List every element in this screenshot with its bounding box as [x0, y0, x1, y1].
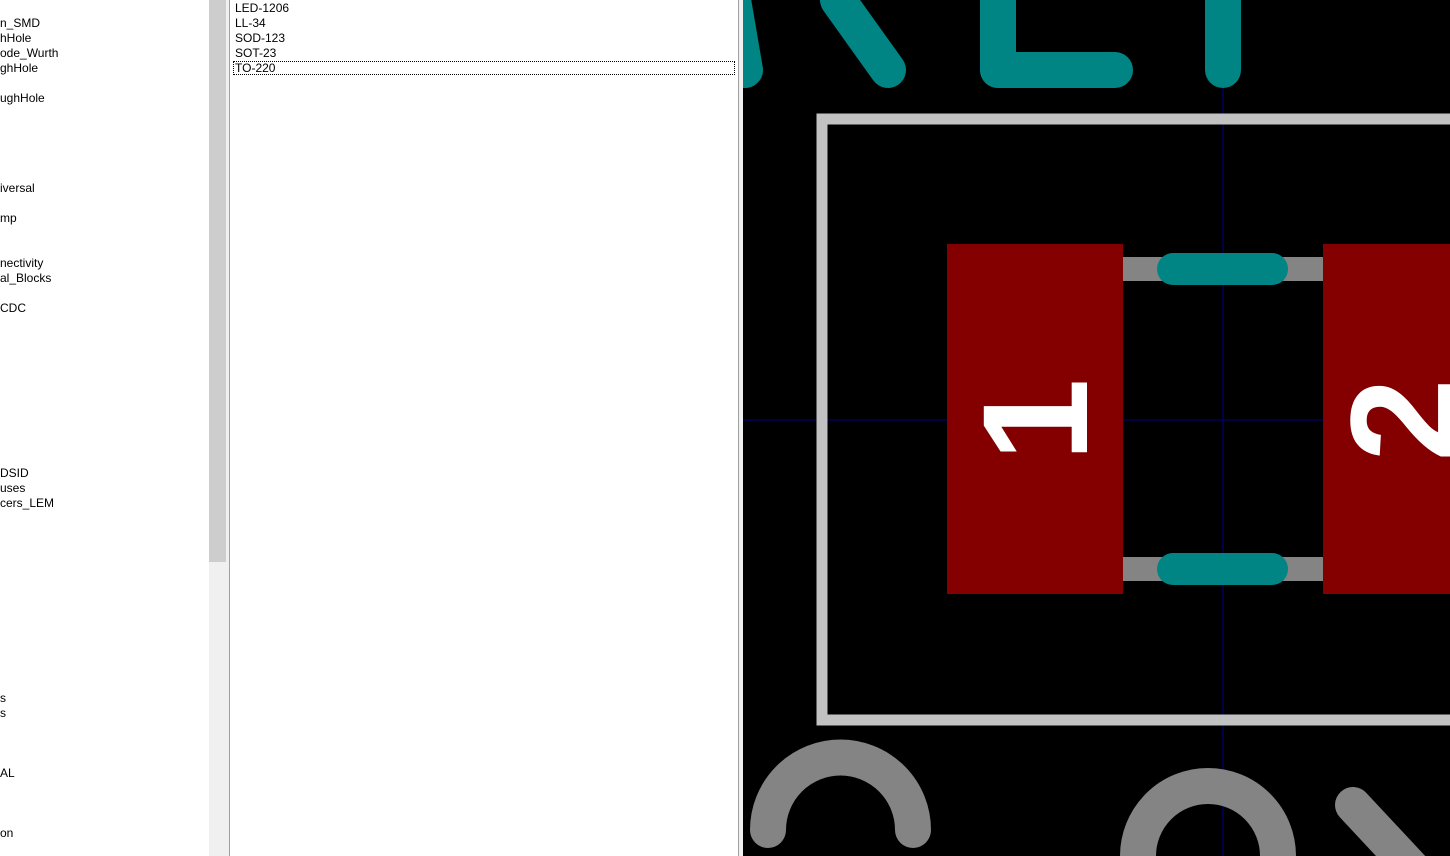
library-list-item[interactable]: on [0, 826, 13, 841]
library-list[interactable]: n_SMD hHole ode_Wurth ghHole ughHole iversal m… [0, 0, 209, 856]
library-list-item[interactable]: cers_LEM [0, 496, 54, 511]
library-list-item[interactable]: n_SMD [0, 16, 40, 31]
footprint-preview-svg: 1 2 [743, 0, 1450, 856]
footprint-list-item[interactable]: SOT-23 [233, 46, 735, 60]
footprint-list-item[interactable]: TO-220 [233, 61, 735, 75]
library-list-item[interactable]: ughHole [0, 91, 45, 106]
library-list-item[interactable]: mp [0, 211, 17, 226]
library-list-item[interactable]: CDC [0, 301, 26, 316]
silkscreen-stroke-k-stem [743, 0, 763, 88]
library-list-item[interactable]: s [0, 706, 6, 721]
pad-1-number: 1 [951, 378, 1119, 461]
library-list-scroll-thumb[interactable] [209, 0, 226, 562]
library-list-item[interactable]: iversal [0, 181, 35, 196]
footprint-preview-canvas[interactable]: 1 2 [743, 0, 1450, 856]
footprint-list-item[interactable]: LL-34 [233, 16, 735, 30]
library-list-item[interactable]: uses [0, 481, 25, 496]
library-list-item[interactable]: al_Blocks [0, 271, 51, 286]
footprint-list-item[interactable]: LED-1206 [233, 1, 735, 15]
library-list-item[interactable]: ode_Wurth [0, 46, 58, 61]
footprint-list-item[interactable]: SOD-123 [233, 31, 735, 45]
library-list-item[interactable]: s [0, 691, 6, 706]
library-list-item[interactable]: hHole [0, 31, 31, 46]
pad-2-number: 2 [1319, 378, 1450, 461]
library-list-item[interactable]: nectivity [0, 256, 43, 271]
library-list-item[interactable]: DSID [0, 466, 29, 481]
library-list-item[interactable]: ghHole [0, 61, 38, 76]
footprint-list[interactable]: LED-1206 LL-34 SOD-123 SOT-23 TO-220 [230, 0, 738, 856]
library-list-item[interactable]: AL [0, 766, 15, 781]
